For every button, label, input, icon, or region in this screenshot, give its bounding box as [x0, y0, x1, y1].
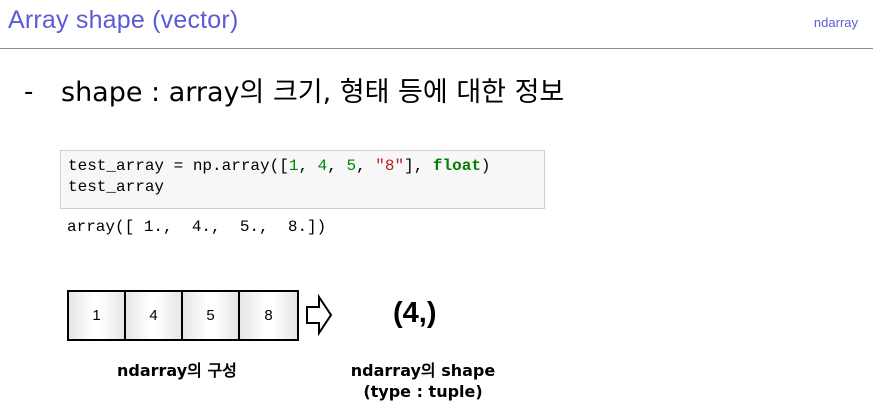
code-keyword-token: float — [432, 157, 481, 175]
shape-result: (4,) — [393, 297, 437, 329]
array-cell-2: 5 — [183, 292, 240, 339]
code-input-cell[interactable]: test_array = np.array([1, 4, 5, "8"], fl… — [60, 150, 545, 209]
code-number-token: 5 — [346, 157, 357, 175]
code-line-1: test_array = np.array([1, 4, 5, "8"], fl… — [68, 157, 491, 175]
bullet-text: shape : array의 크기, 형태 등에 대한 정보 — [61, 77, 565, 108]
code-output: array([ 1., 4., 5., 8.]) — [67, 218, 327, 236]
array-cell-1: 4 — [126, 292, 183, 339]
title-divider — [0, 48, 873, 49]
right-arrow-icon — [306, 294, 333, 336]
code-number-token: 4 — [317, 157, 328, 175]
code-line-2: test_array — [68, 178, 165, 196]
array-cell-3: 8 — [240, 292, 297, 339]
ndarray-diagram: 1 4 5 8 — [67, 290, 299, 341]
caption-ndarray-shape: ndarray의 shape (type : tuple) — [343, 360, 503, 402]
slide-title: Array shape (vector) — [8, 6, 239, 34]
code-string-token: "8" — [375, 157, 405, 175]
caption-ndarray-structure: ndarray의 구성 — [117, 361, 237, 380]
code-number-token: 1 — [288, 157, 299, 175]
array-cell-0: 1 — [69, 292, 126, 339]
caption-shape-line-1: ndarray의 shape — [350, 361, 496, 380]
caption-shape-line-2: (type : tuple) — [363, 382, 483, 401]
slide-tag: ndarray — [813, 15, 858, 30]
bullet-dash: - — [24, 77, 34, 107]
